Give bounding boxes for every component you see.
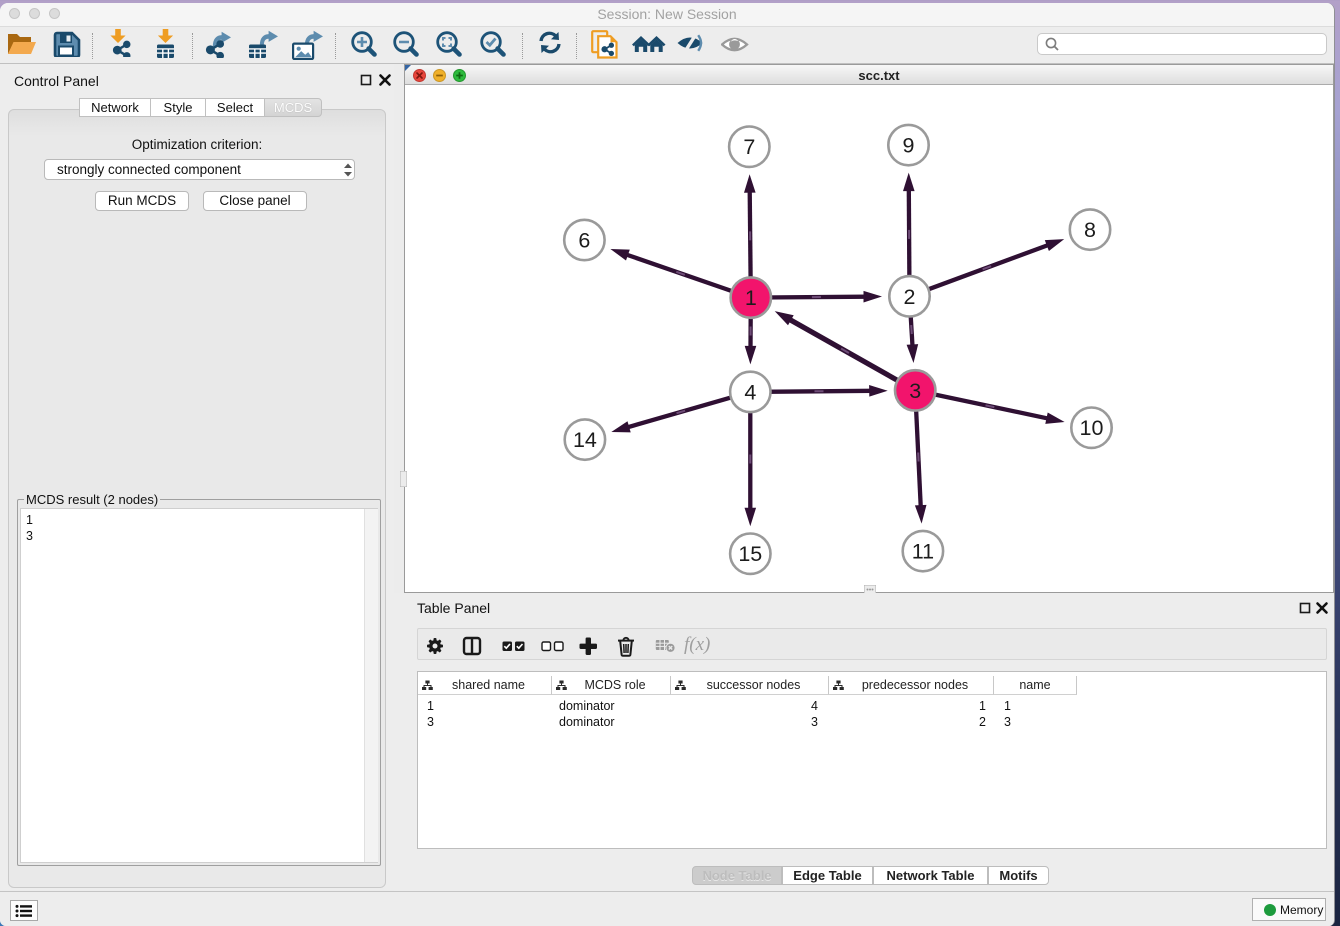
svg-text:14: 14	[573, 428, 597, 452]
svg-text:15: 15	[738, 542, 762, 566]
svg-text:10: 10	[1080, 416, 1104, 440]
svg-text:3: 3	[909, 379, 921, 403]
svg-text:11: 11	[912, 540, 934, 564]
svg-text:2: 2	[904, 285, 916, 309]
svg-text:9: 9	[903, 134, 915, 158]
svg-text:4: 4	[744, 380, 756, 404]
svg-text:1: 1	[745, 286, 757, 310]
svg-text:8: 8	[1084, 218, 1096, 242]
svg-text:7: 7	[743, 135, 755, 159]
svg-text:6: 6	[578, 229, 590, 253]
